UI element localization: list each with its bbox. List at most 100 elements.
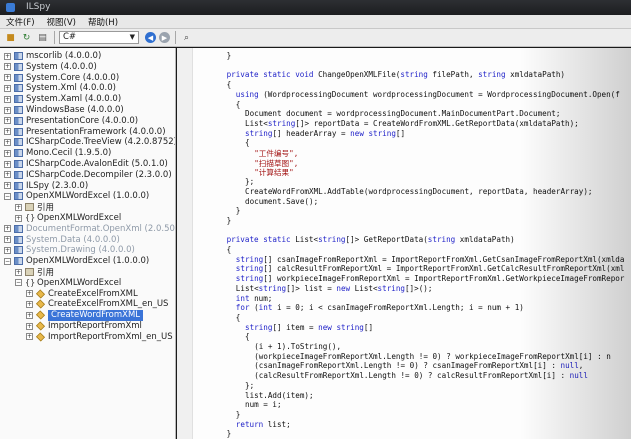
assembly-icon	[14, 116, 23, 125]
expand-icon[interactable]: +	[4, 106, 11, 114]
tree-node-label: CreateExcelFromXML	[48, 288, 138, 299]
collapse-icon[interactable]: −	[4, 257, 11, 265]
expand-icon[interactable]: +	[4, 128, 11, 136]
expand-icon[interactable]: +	[15, 214, 22, 222]
expand-icon[interactable]: +	[4, 74, 11, 82]
code-line: }	[226, 429, 232, 439]
code-line: int num;	[235, 293, 273, 303]
code-line: {	[235, 312, 241, 322]
expand-icon[interactable]: +	[26, 300, 33, 308]
tree-node-label: Mono.Cecil (1.9.5.0)	[26, 148, 112, 159]
title-bar: ILSpy	[0, 0, 631, 15]
code-line: {	[235, 99, 241, 109]
assembly-icon	[14, 62, 23, 71]
tree-node-label: ICSharpCode.Decompiler (2.3.0.0)	[26, 169, 172, 180]
tree-node-label: ImportReportFromXml_en_US	[48, 331, 173, 342]
menu-file[interactable]: 文件(F)	[0, 15, 41, 28]
tree-node-label: ILSpy (2.3.0.0)	[26, 180, 89, 191]
references-icon	[25, 268, 34, 276]
expand-icon[interactable]: +	[26, 290, 33, 298]
expand-icon[interactable]: +	[4, 63, 11, 71]
assembly-icon	[14, 52, 23, 60]
expand-icon[interactable]: +	[4, 117, 11, 125]
collapse-icon[interactable]: −	[15, 279, 22, 287]
assembly-icon	[14, 149, 23, 158]
code-line: CreateWordFromXML.AddTable(wordprocessin…	[245, 186, 593, 196]
code-line: using (WordprocessingDocument wordproces…	[235, 89, 620, 99]
code-line: {	[245, 138, 250, 148]
tree-node-label: System.Xml (4.0.0.0)	[26, 83, 116, 94]
reload-icon[interactable]: ↻	[20, 31, 33, 44]
assembly-icon	[14, 235, 23, 244]
expand-icon[interactable]: +	[4, 182, 11, 190]
tree-node-label: WindowsBase (4.0.0.0)	[26, 105, 124, 115]
expand-icon[interactable]: +	[15, 203, 22, 211]
code-line: private static List<string[]> GetReportD…	[226, 235, 515, 245]
code-line: (i + 1).ToString(),	[254, 342, 342, 351]
search-icon[interactable]: ⌕	[180, 31, 193, 44]
tree-node-label: mscorlib (4.0.0.0)	[26, 51, 102, 61]
app-icon	[6, 3, 15, 12]
code-line: {	[245, 332, 250, 342]
class-icon	[35, 299, 46, 309]
code-line: };	[245, 177, 255, 187]
code-view[interactable]: } private static void ChangeOpenXMLFile(s…	[177, 48, 631, 439]
tree-node-label: System (4.0.0.0)	[26, 61, 97, 72]
assembly-icon	[14, 170, 23, 179]
tree-node-label: CreateExcelFromXML_en_US	[48, 299, 169, 310]
chevron-down-icon: ▼	[129, 33, 135, 41]
toolbar: ■ ↻ ▤ C# ▼ ◀ ▶ ⌕	[0, 29, 631, 47]
tree-node-label: ICSharpCode.TreeView (4.2.0.8752)	[26, 137, 176, 148]
assembly-icon	[14, 181, 23, 190]
expand-icon[interactable]: +	[4, 225, 11, 233]
language-select-value: C#	[63, 32, 77, 42]
code-line: "计算结果"	[254, 168, 294, 178]
expand-icon[interactable]: +	[15, 268, 22, 276]
code-line: string[] calcResultFromReportXml = Impor…	[235, 264, 625, 274]
assembly-icon	[14, 192, 23, 201]
expand-icon[interactable]: +	[26, 311, 33, 319]
open-file-icon[interactable]: ■	[4, 31, 17, 44]
menu-view[interactable]: 视图(V)	[41, 15, 82, 28]
code-line: }	[235, 409, 241, 419]
expand-icon[interactable]: +	[26, 322, 33, 330]
code-line: private static void ChangeOpenXMLFile(st…	[226, 70, 565, 80]
namespace-icon: {}	[25, 277, 36, 287]
expand-icon[interactable]: +	[4, 138, 11, 146]
code-line: };	[245, 380, 255, 390]
assembly-tree[interactable]: + mscorlib (4.0.0.0) + System (4.0.0.0) + Sys…	[0, 48, 176, 439]
menu-bar: 文件(F) 视图(V) 帮助(H)	[0, 15, 631, 29]
expand-icon[interactable]: +	[4, 149, 11, 157]
assembly-icon	[14, 95, 23, 104]
class-icon	[35, 289, 46, 299]
collapse-icon[interactable]: −	[4, 192, 11, 200]
back-icon[interactable]: ◀	[145, 32, 156, 43]
expand-icon[interactable]: +	[4, 52, 11, 60]
code-line: document.Save();	[245, 196, 319, 206]
references-icon	[25, 203, 34, 212]
expand-icon[interactable]: +	[4, 246, 11, 254]
tree-node-label: OpenXMLWordExcel (1.0.0.0)	[26, 191, 150, 202]
assembly-icon	[14, 224, 23, 233]
code-line: }	[226, 215, 232, 225]
assembly-icon	[14, 246, 23, 255]
forward-icon[interactable]: ▶	[159, 32, 170, 43]
tree-node-label: System.Data (4.0.0.0)	[26, 234, 120, 245]
assembly-icon	[14, 84, 23, 93]
expand-icon[interactable]: +	[26, 333, 33, 341]
code-line: for (int i = 0; i < csanImageFromReportX…	[235, 303, 524, 313]
tree-node-label: DocumentFormat.OpenXml (2.0.5022.0)	[26, 223, 175, 234]
expand-icon[interactable]: +	[4, 84, 11, 92]
language-select[interactable]: C# ▼	[59, 31, 139, 44]
assembly-icon	[14, 73, 23, 82]
code-line: string[] workpieceImageFromReportXml = I…	[235, 274, 625, 284]
expand-icon[interactable]: +	[4, 160, 11, 168]
menu-help[interactable]: 帮助(H)	[82, 15, 124, 28]
expand-icon[interactable]: +	[4, 171, 11, 179]
expand-icon[interactable]: +	[4, 95, 11, 103]
code-line: string[] csanImageFromReportXml = Import…	[235, 254, 625, 264]
show-internal-icon[interactable]: ▤	[36, 31, 49, 44]
expand-icon[interactable]: +	[4, 236, 11, 244]
tree-node[interactable]: + ImportReportFromXml_en_US	[26, 331, 173, 343]
code-line: list.Add(item);	[245, 390, 314, 400]
